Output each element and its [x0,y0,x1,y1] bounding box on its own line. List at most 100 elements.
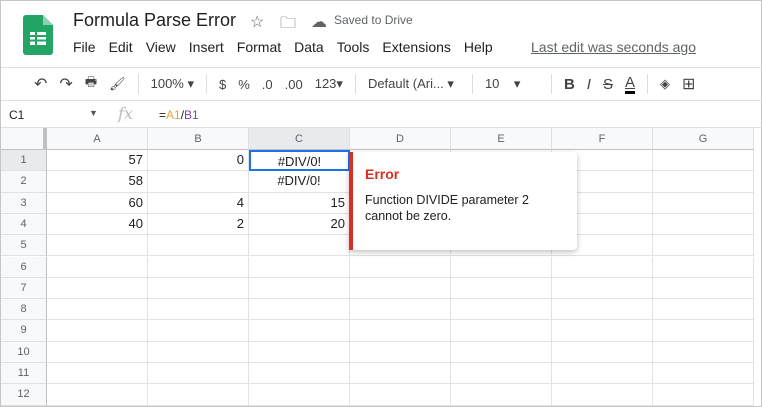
cell-A12[interactable] [47,384,148,406]
row-header-8[interactable]: 8 [1,299,47,321]
column-header-A[interactable]: A [47,128,148,150]
menu-data[interactable]: Data [294,39,324,55]
increase-decimal-button[interactable]: .00 [285,77,303,92]
cell-F6[interactable] [552,256,653,278]
cell-C8[interactable] [249,299,350,321]
cell-C2[interactable]: #DIV/0! [249,171,350,193]
row-header-10[interactable]: 10 [1,341,47,363]
percent-button[interactable]: % [238,77,250,92]
zoom-select[interactable]: 100% ▾ [151,76,194,92]
row-header-3[interactable]: 3 [1,192,47,214]
menu-help[interactable]: Help [464,39,493,55]
row-header-5[interactable]: 5 [1,235,47,257]
cell-B9[interactable] [148,320,249,342]
cell-D7[interactable] [350,277,451,300]
cell-G7[interactable] [653,277,754,300]
fill-color-icon[interactable]: ◈ [660,76,670,92]
cell-E6[interactable] [451,256,552,278]
row-header-9[interactable]: 9 [1,320,47,342]
paint-format-icon[interactable]: 🖌 [109,76,126,92]
cell-G9[interactable] [653,320,754,342]
select-all-corner[interactable] [1,128,47,150]
cell-C4[interactable]: 20 [249,213,350,236]
sheets-logo[interactable] [23,15,53,55]
cell-D12[interactable] [350,384,451,406]
cell-F8[interactable] [552,299,653,321]
column-header-G[interactable]: G [653,128,754,150]
name-box[interactable]: C1 [9,108,24,122]
cell-C10[interactable] [249,341,350,363]
column-header-D[interactable]: D [350,128,451,150]
cell-G11[interactable] [653,363,754,385]
cell-C6[interactable] [249,256,350,278]
cell-B6[interactable] [148,256,249,278]
row-header-7[interactable]: 7 [1,277,47,300]
undo-icon[interactable]: ↶ [34,74,47,94]
cell-B11[interactable] [148,363,249,385]
print-icon[interactable]: 🖶 [85,73,97,95]
column-header-E[interactable]: E [451,128,552,150]
text-color-button[interactable]: A [624,74,635,94]
cell-G1[interactable] [653,150,754,172]
cell-F11[interactable] [552,363,653,385]
cell-A11[interactable] [47,363,148,385]
cell-B3[interactable]: 4 [148,192,249,214]
row-header-2[interactable]: 2 [1,171,47,193]
cell-A5[interactable] [47,235,148,257]
cloud-saved-icon[interactable]: ☁ [311,12,327,32]
cell-G8[interactable] [653,299,754,321]
last-edit-link[interactable]: Last edit was seconds ago [531,39,696,55]
decrease-decimal-button[interactable]: .0 [262,77,273,92]
star-icon[interactable]: ☆ [250,12,264,32]
cell-G10[interactable] [653,341,754,363]
cell-E11[interactable] [451,363,552,385]
cell-B12[interactable] [148,384,249,406]
cell-A7[interactable] [47,277,148,300]
column-header-C[interactable]: C [249,128,350,150]
cell-G2[interactable] [653,171,754,193]
cell-C3[interactable]: 15 [249,192,350,214]
cell-B10[interactable] [148,341,249,363]
cell-F12[interactable] [552,384,653,406]
cell-B1[interactable]: 0 [148,150,249,172]
cell-D9[interactable] [350,320,451,342]
font-size-select[interactable]: 10 ▾ [485,76,539,92]
cell-C1[interactable]: #DIV/0! [249,150,350,172]
cell-E12[interactable] [451,384,552,406]
currency-button[interactable]: $ [219,77,226,92]
row-header-12[interactable]: 12 [1,384,47,406]
cell-C12[interactable] [249,384,350,406]
menu-format[interactable]: Format [237,39,281,55]
cell-C9[interactable] [249,320,350,342]
cell-F7[interactable] [552,277,653,300]
cell-C7[interactable] [249,277,350,300]
move-folder-icon[interactable]: 🗀 [280,12,296,39]
column-header-F[interactable]: F [552,128,653,150]
menu-file[interactable]: File [73,39,96,55]
borders-icon[interactable]: ⊞ [682,74,695,94]
cell-G12[interactable] [653,384,754,406]
cell-E9[interactable] [451,320,552,342]
cell-C11[interactable] [249,363,350,385]
menu-extensions[interactable]: Extensions [382,39,450,55]
cell-A6[interactable] [47,256,148,278]
cell-E8[interactable] [451,299,552,321]
font-select[interactable]: Default (Ari... ▾ [368,76,460,92]
cell-B2[interactable] [148,171,249,193]
cell-B4[interactable]: 2 [148,213,249,236]
formula-input[interactable]: =A1/B1 [159,108,199,122]
cell-D8[interactable] [350,299,451,321]
cell-A4[interactable]: 40 [47,213,148,236]
italic-button[interactable]: I [587,76,591,93]
cell-D10[interactable] [350,341,451,363]
redo-icon[interactable]: ↷ [59,74,72,94]
document-title[interactable]: Formula Parse Error [73,10,236,31]
menu-view[interactable]: View [146,39,176,55]
cell-B7[interactable] [148,277,249,300]
chevron-down-icon[interactable]: ▼ [89,108,98,118]
cell-F10[interactable] [552,341,653,363]
menu-insert[interactable]: Insert [189,39,224,55]
cell-G3[interactable] [653,192,754,214]
cell-G4[interactable] [653,213,754,236]
cell-E10[interactable] [451,341,552,363]
